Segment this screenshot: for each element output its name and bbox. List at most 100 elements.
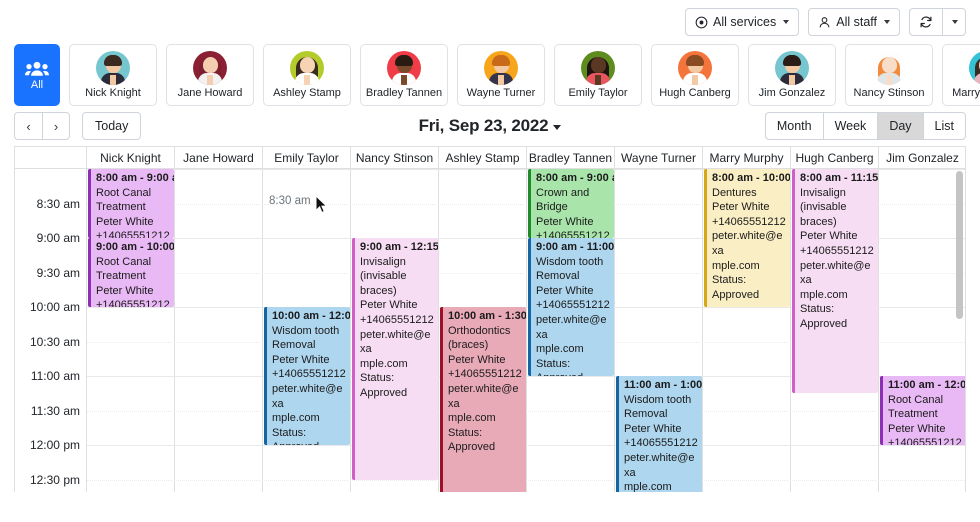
event-detail-line: Invisalign (800, 186, 875, 201)
calendar-vertical-scrollbar[interactable] (956, 171, 963, 319)
all-staff-filter-button[interactable]: All staff (808, 8, 900, 36)
staff-card-jim-gonzalez[interactable]: Jim Gonzalez (748, 44, 836, 106)
staff-card-bradley-tannen[interactable]: Bradley Tannen (360, 44, 448, 106)
target-icon (695, 16, 708, 29)
staff-card-label: Wayne Turner (467, 88, 536, 99)
event-detail-line: Peter White (272, 353, 347, 368)
view-button-day[interactable]: Day (877, 112, 922, 140)
event-time: 10:00 am - 12:0 (272, 309, 347, 324)
time-label: 9:30 am (37, 266, 80, 280)
time-axis: 8:30 am9:00 am9:30 am10:00 am10:30 am11:… (15, 169, 87, 492)
event-detail-line: Invisalign (360, 255, 435, 270)
next-day-button[interactable]: › (42, 112, 70, 140)
event-time: 10:00 am - 1:30 (448, 309, 523, 324)
event-detail-line: Peter White (536, 284, 611, 299)
calendar-event[interactable]: 9:00 am - 10:00Root CanalTreatmentPeter … (88, 238, 174, 307)
event-detail-line: peter.white@exa (360, 328, 435, 357)
calendar-column-header-jane-howard[interactable]: Jane Howard (175, 147, 263, 168)
calendar-column-header-nick-knight[interactable]: Nick Knight (87, 147, 175, 168)
event-detail-line: Wisdom tooth (624, 393, 699, 408)
grid-line (87, 480, 965, 481)
event-detail-line: Peter White (96, 284, 171, 299)
calendar-column-header-marry-murphy[interactable]: Marry Murphy (703, 147, 791, 168)
calendar-event[interactable]: 8:00 am - 9:00 aCrown andBridgePeter Whi… (528, 169, 614, 238)
grid-line (87, 445, 965, 446)
time-label: 10:00 am (30, 300, 80, 314)
grid-line (87, 411, 965, 412)
staff-card-label: Ashley Stamp (273, 88, 341, 99)
event-time: 9:00 am - 10:00 (96, 240, 171, 255)
event-detail-line: Status: (800, 302, 875, 317)
calendar-event[interactable]: 8:00 am - 11:15Invisalign(invisablebrace… (792, 169, 878, 393)
event-detail-line: +14065551212 (712, 215, 787, 230)
calendar-column-header-bradley-tannen[interactable]: Bradley Tannen (527, 147, 615, 168)
event-detail-line: peter.white@exa (272, 382, 347, 411)
calendar-event[interactable]: 9:00 am - 12:15Invisalign(invisablebrace… (352, 238, 438, 480)
calendar-event[interactable]: 10:00 am - 1:30Orthodontics(braces)Peter… (440, 307, 526, 492)
today-button[interactable]: Today (82, 112, 141, 140)
event-detail-line: braces) (360, 284, 435, 299)
staff-card-label: Bradley Tannen (366, 88, 442, 99)
calendar-event[interactable]: 8:00 am - 10:00DenturesPeter White+14065… (704, 169, 790, 307)
staff-card-hugh-canberg[interactable]: Hugh Canberg (651, 44, 739, 106)
staff-card-label: Jane Howard (178, 88, 243, 99)
staff-filter-strip: All Nick Knight Jane Howard Ashley Stamp Br… (0, 44, 980, 106)
calendar-column-header-jim-gonzalez[interactable]: Jim Gonzalez (879, 147, 966, 168)
view-button-month[interactable]: Month (765, 112, 823, 140)
calendar-event[interactable]: 9:00 am - 11:00Wisdom toothRemovalPeter … (528, 238, 614, 376)
staff-card-ashley-stamp[interactable]: Ashley Stamp (263, 44, 351, 106)
calendar-day-column-jane-howard[interactable] (175, 169, 263, 492)
calendar-column-header-nancy-stinson[interactable]: Nancy Stinson (351, 147, 439, 168)
event-detail-line: Peter White (888, 422, 963, 437)
calendar-column-header-hugh-canberg[interactable]: Hugh Canberg (791, 147, 879, 168)
staff-card-jane-howard[interactable]: Jane Howard (166, 44, 254, 106)
avatar (872, 51, 906, 85)
refresh-button[interactable] (909, 8, 942, 36)
calendar-event[interactable]: 11:00 am - 1:00Wisdom toothRemovalPeter … (616, 376, 702, 492)
prev-day-button[interactable]: ‹ (14, 112, 42, 140)
calendar-column-header-wayne-turner[interactable]: Wayne Turner (615, 147, 703, 168)
event-detail-line: Removal (272, 338, 347, 353)
event-detail-line: (invisable (800, 200, 875, 215)
event-detail-line: Root Canal (96, 186, 171, 201)
avatar (775, 51, 809, 85)
event-detail-line: (braces) (448, 338, 523, 353)
event-detail-line: Treatment (888, 407, 963, 422)
current-date-text[interactable]: Fri, Sep 23, 2022 (419, 116, 549, 135)
all-services-filter-button[interactable]: All services (685, 8, 799, 36)
staff-card-marry-murphy[interactable]: Marry Murphy (942, 44, 980, 106)
event-time: 8:00 am - 11:15 (800, 171, 875, 186)
event-detail-line: Dentures (712, 186, 787, 201)
event-detail-line: peter.white@exa (712, 229, 787, 258)
event-detail-line: mple.com (360, 357, 435, 372)
calendar-event[interactable]: 8:00 am - 9:00 aRoot CanalTreatmentPeter… (88, 169, 174, 238)
refresh-options-button[interactable] (942, 8, 966, 36)
avatar (678, 51, 712, 85)
date-nav-arrows: ‹ › (14, 112, 70, 140)
view-button-week[interactable]: Week (823, 112, 878, 140)
avatar (969, 51, 980, 85)
staff-card-wayne-turner[interactable]: Wayne Turner (457, 44, 545, 106)
refresh-split-button-group (909, 8, 966, 36)
staff-card-emily-taylor[interactable]: Emily Taylor (554, 44, 642, 106)
staff-card-all[interactable]: All (14, 44, 60, 106)
calendar-columns-area[interactable]: 8:00 am - 9:00 aRoot CanalTreatmentPeter… (87, 169, 965, 492)
staff-card-nancy-stinson[interactable]: Nancy Stinson (845, 44, 933, 106)
staff-card-all-label: All (31, 80, 43, 91)
event-detail-line: Status: (536, 357, 611, 372)
time-label: 12:00 pm (30, 438, 80, 452)
calendar-column-header-emily-taylor[interactable]: Emily Taylor (263, 147, 351, 168)
chevron-down-icon[interactable] (553, 125, 561, 130)
event-time: 9:00 am - 11:00 (536, 240, 611, 255)
view-button-list[interactable]: List (923, 112, 966, 140)
event-detail-line: Removal (624, 407, 699, 422)
event-detail-line: mple.com (448, 411, 523, 426)
staff-card-nick-knight[interactable]: Nick Knight (69, 44, 157, 106)
staff-card-label: Nancy Stinson (854, 88, 925, 99)
event-detail-line: Status: (360, 371, 435, 386)
calendar-event[interactable]: 11:00 am - 12:00Root CanalTreatmentPeter… (880, 376, 965, 445)
staff-card-label: Nick Knight (85, 88, 141, 99)
calendar-event[interactable]: 10:00 am - 12:0Wisdom toothRemovalPeter … (264, 307, 350, 445)
event-detail-line: Treatment (96, 200, 171, 215)
calendar-column-header-ashley-stamp[interactable]: Ashley Stamp (439, 147, 527, 168)
